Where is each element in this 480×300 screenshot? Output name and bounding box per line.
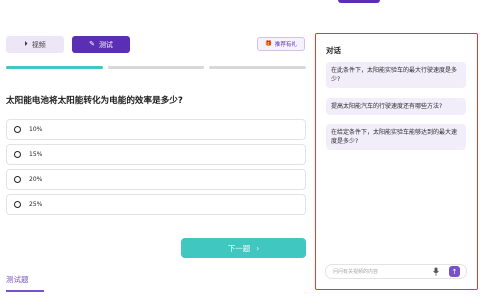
reward-label: 推荐有礼 bbox=[274, 42, 297, 48]
answer-option[interactable]: 10% bbox=[6, 119, 306, 140]
play-icon: ⏵ bbox=[24, 40, 28, 48]
chat-title: 对话 bbox=[326, 46, 341, 55]
answer-option-label: 15% bbox=[29, 151, 43, 158]
tab-quiz-list[interactable]: 测试题 bbox=[6, 274, 29, 285]
radio-icon[interactable] bbox=[14, 201, 21, 208]
answer-option-label: 10% bbox=[29, 126, 43, 133]
tab-underline bbox=[6, 290, 44, 292]
radio-icon[interactable] bbox=[14, 176, 21, 183]
progress-segment-done bbox=[6, 66, 103, 69]
progress-segment-todo bbox=[209, 66, 307, 69]
chevron-right-icon: › bbox=[256, 243, 260, 253]
reward-button[interactable]: 🎁 推荐有礼 bbox=[257, 37, 305, 51]
tab-quiz[interactable]: ✎ 测试 bbox=[72, 36, 130, 53]
mic-icon[interactable] bbox=[433, 267, 439, 278]
chat-input[interactable]: 问问有关视频的内容 bbox=[325, 264, 467, 279]
chat-suggestion[interactable]: 在此条件下，太阳能实验车的最大行驶速度是多少? bbox=[326, 62, 466, 88]
answer-options: 10% 15% 20% 25% bbox=[6, 119, 306, 219]
next-question-button[interactable]: 下一题 › bbox=[181, 238, 306, 258]
tab-video[interactable]: ⏵ 视频 bbox=[6, 36, 64, 53]
top-accent-bar bbox=[338, 0, 380, 3]
send-button[interactable]: ↑ bbox=[449, 266, 460, 277]
chat-suggestion[interactable]: 在给定条件下，太阳能实验车能够达到的最大速度是多少? bbox=[326, 124, 466, 150]
chat-input-placeholder: 问问有关视频的内容 bbox=[333, 269, 379, 275]
question-text: 太阳能电池将太阳能转化为电能的效率是多少? bbox=[6, 96, 183, 106]
answer-option[interactable]: 20% bbox=[6, 169, 306, 190]
arrow-up-icon: ↑ bbox=[451, 267, 458, 276]
answer-option-label: 20% bbox=[29, 176, 43, 183]
quiz-progress bbox=[6, 66, 307, 69]
chat-suggestion[interactable]: 提高太阳能汽车的行驶速度还有哪些方法? bbox=[326, 98, 466, 115]
quiz-panel: ⏵ 视频 ✎ 测试 🎁 推荐有礼 太阳能电池将太阳能转化为电能的效率是多少? 1… bbox=[0, 0, 312, 300]
tab-video-label: 视频 bbox=[31, 40, 46, 49]
mic-icon-svg bbox=[433, 267, 439, 276]
radio-icon[interactable] bbox=[14, 126, 21, 133]
gift-icon: 🎁 bbox=[265, 41, 272, 47]
edit-icon: ✎ bbox=[89, 40, 95, 48]
progress-segment-todo bbox=[107, 66, 205, 69]
tab-bar: ⏵ 视频 ✎ 测试 bbox=[6, 36, 130, 53]
answer-option-label: 25% bbox=[29, 201, 43, 208]
tab-quiz-label: 测试 bbox=[98, 40, 113, 49]
radio-icon[interactable] bbox=[14, 151, 21, 158]
next-question-label: 下一题 bbox=[227, 243, 251, 253]
chat-panel: 对话 在此条件下，太阳能实验车的最大行驶速度是多少? 提高太阳能汽车的行驶速度还… bbox=[315, 33, 478, 290]
answer-option[interactable]: 15% bbox=[6, 144, 306, 165]
answer-option[interactable]: 25% bbox=[6, 194, 306, 215]
